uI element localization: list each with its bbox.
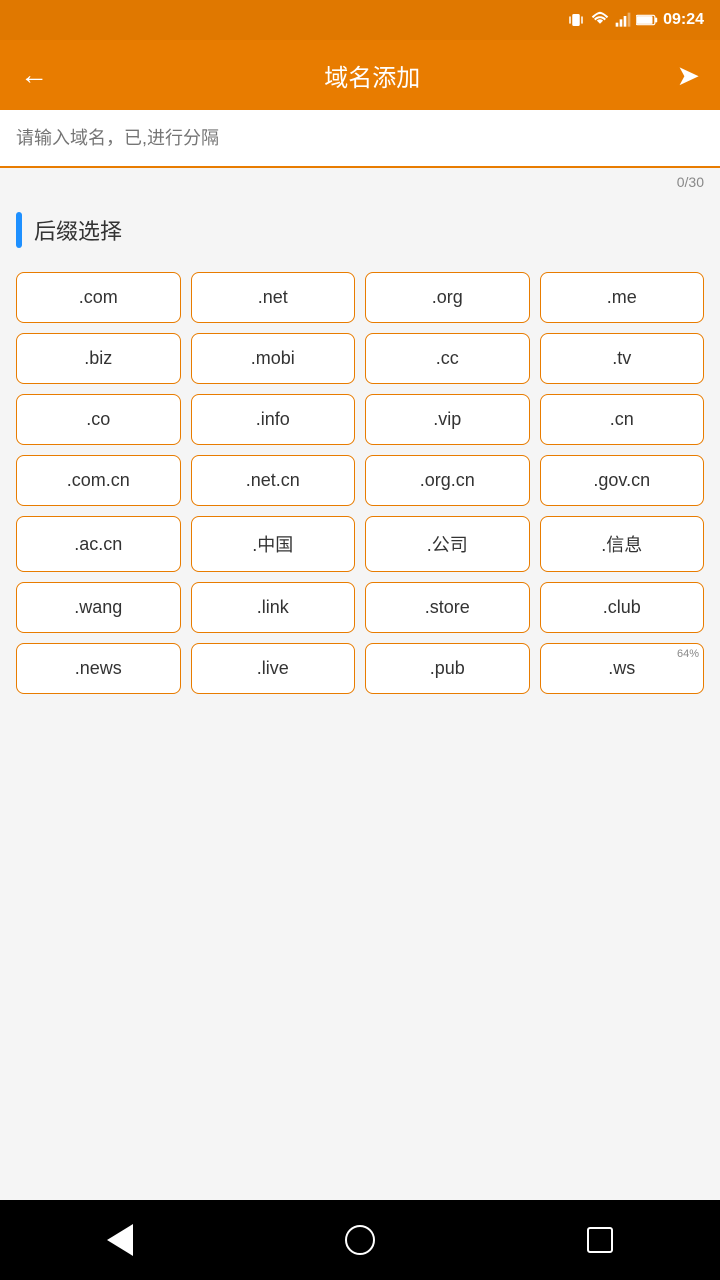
tld-button[interactable]: .gov.cn: [540, 455, 705, 506]
suffix-section: 后缀选择: [0, 196, 720, 272]
wifi-icon: [590, 11, 610, 29]
tld-button[interactable]: .co: [16, 394, 181, 445]
signal-icon: [615, 11, 631, 29]
tld-button[interactable]: .ac.cn: [16, 516, 181, 572]
tld-button[interactable]: .store: [365, 582, 530, 633]
tld-button[interactable]: .com.cn: [16, 455, 181, 506]
page-title: 域名添加: [68, 58, 677, 93]
tld-button[interactable]: .ws64%: [540, 643, 705, 694]
status-time: 09:24: [663, 11, 704, 29]
nav-recents-button[interactable]: [570, 1210, 630, 1270]
tld-button[interactable]: .news: [16, 643, 181, 694]
battery-icon: [636, 13, 658, 27]
input-counter: 0/30: [677, 174, 704, 190]
tld-button[interactable]: .live: [191, 643, 356, 694]
tld-button[interactable]: .mobi: [191, 333, 356, 384]
back-triangle-icon: [107, 1224, 133, 1256]
counter-bar: 0/30: [0, 168, 720, 196]
section-header: 后缀选择: [16, 212, 704, 248]
tld-button[interactable]: .wang: [16, 582, 181, 633]
tld-button[interactable]: .公司: [365, 516, 530, 572]
tld-button[interactable]: .me: [540, 272, 705, 323]
status-icons: 09:24: [567, 11, 704, 29]
tld-grid: .com.net.org.me .biz.mobi.cc.tv .co.info.v…: [0, 272, 720, 714]
tld-button[interactable]: .org.cn: [365, 455, 530, 506]
tld-button[interactable]: .pub: [365, 643, 530, 694]
tld-button[interactable]: .中国: [191, 516, 356, 572]
domain-input[interactable]: [16, 110, 704, 166]
bottom-nav: [0, 1200, 720, 1280]
send-button[interactable]: ➤: [677, 59, 700, 92]
tld-button[interactable]: .biz: [16, 333, 181, 384]
tld-button[interactable]: .club: [540, 582, 705, 633]
tld-button[interactable]: .cc: [365, 333, 530, 384]
recents-square-icon: [587, 1227, 613, 1253]
section-title: 后缀选择: [34, 214, 122, 246]
nav-home-button[interactable]: [330, 1210, 390, 1270]
tld-button[interactable]: .cn: [540, 394, 705, 445]
home-circle-icon: [345, 1225, 375, 1255]
tld-badge: 64%: [677, 648, 699, 660]
status-bar: 09:24: [0, 0, 720, 40]
tld-button[interactable]: .tv: [540, 333, 705, 384]
tld-button[interactable]: .org: [365, 272, 530, 323]
tld-button[interactable]: .link: [191, 582, 356, 633]
tld-button[interactable]: .net: [191, 272, 356, 323]
tld-button[interactable]: .信息: [540, 516, 705, 572]
nav-back-button[interactable]: [90, 1210, 150, 1270]
header: ← 域名添加 ➤: [0, 40, 720, 110]
section-indicator: [16, 212, 22, 248]
tld-button[interactable]: .info: [191, 394, 356, 445]
input-area: [0, 110, 720, 168]
tld-button[interactable]: .net.cn: [191, 455, 356, 506]
tld-button[interactable]: .com: [16, 272, 181, 323]
tld-button[interactable]: .vip: [365, 394, 530, 445]
vibrate-icon: [567, 11, 585, 29]
back-button[interactable]: ←: [20, 59, 48, 91]
